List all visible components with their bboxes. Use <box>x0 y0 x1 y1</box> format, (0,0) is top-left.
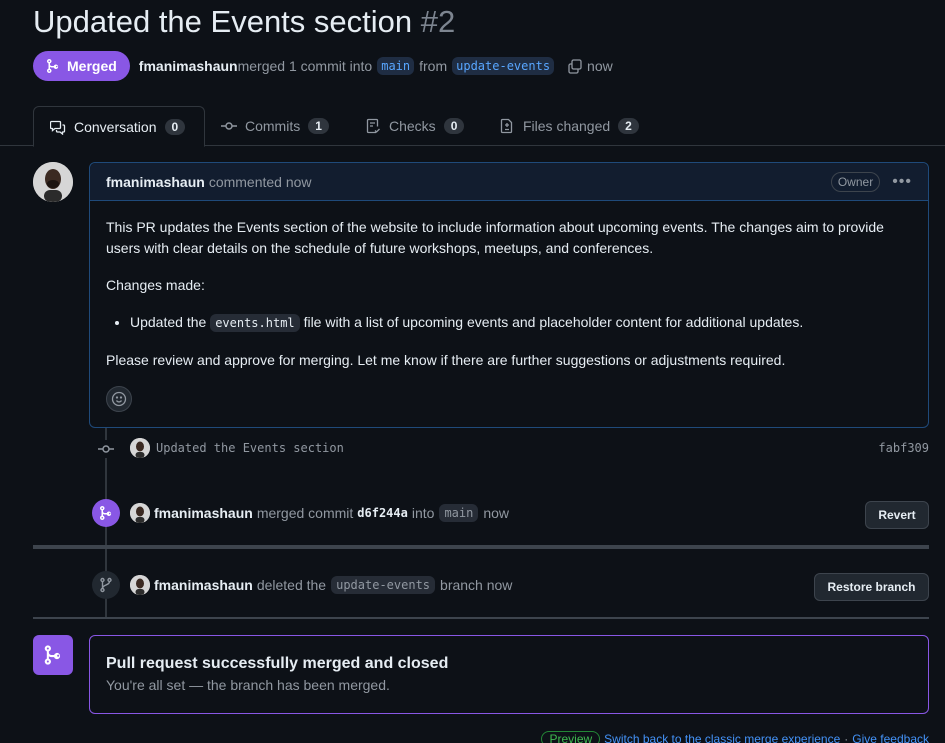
list-item-text-after: file with a list of upcoming events and … <box>303 314 804 330</box>
delete-user-link[interactable]: fmanimashaun <box>154 577 253 593</box>
merge-event-text: merged commit <box>256 505 354 521</box>
branch-deleted-entry: fmanimashaun deleted the update-events b… <box>130 574 512 596</box>
pr-meta: Merged fmanimashaun merged 1 commit into… <box>33 51 613 81</box>
add-reaction-button[interactable] <box>106 386 132 412</box>
merge-user-link[interactable]: fmanimashaun <box>154 505 253 521</box>
timeline-divider <box>33 617 929 619</box>
merge-time: now <box>483 505 510 521</box>
merge-commit-sha-link[interactable]: d6f244a <box>357 506 408 520</box>
comment-header: fmanimashaun commented now Owner ••• <box>90 163 928 201</box>
comment-paragraph-1: This PR updates the Events section of th… <box>106 219 884 256</box>
give-feedback-link[interactable]: Give feedback <box>852 732 929 743</box>
timeline-divider <box>33 545 929 549</box>
commit-message-link[interactable]: Updated the Events section <box>156 441 344 455</box>
merge-into-text: into <box>411 505 435 521</box>
git-merge-icon <box>44 645 61 665</box>
merge-experience-footer: Preview Switch back to the classic merge… <box>541 731 929 743</box>
inline-code: events.html <box>210 314 300 332</box>
merged-status-label: Merged <box>67 58 117 74</box>
comment-action: commented now <box>208 173 312 190</box>
git-merge-icon <box>100 506 112 520</box>
git-commit-icon <box>221 122 237 130</box>
author-avatar[interactable] <box>33 162 73 202</box>
branch-deleted-icon <box>92 571 120 599</box>
tab-conversation-count: 0 <box>164 118 186 135</box>
tab-checks[interactable]: Checks 0 <box>365 106 465 146</box>
copy-icon[interactable] <box>567 58 583 74</box>
pr-tabs: Conversation 0 Commits 1 Checks 0 Files … <box>0 106 945 147</box>
preview-badge: Preview <box>541 731 601 743</box>
comment-author-link[interactable]: fmanimashaun <box>106 174 205 190</box>
pr-description-comment: fmanimashaun commented now Owner ••• Thi… <box>89 162 929 428</box>
pr-number: #2 <box>420 4 456 39</box>
merged-status-badge: Merged <box>33 51 130 81</box>
owner-badge: Owner <box>830 171 881 192</box>
commit-sha-link[interactable]: fabf309 <box>878 438 929 458</box>
git-branch-icon <box>100 577 112 593</box>
file-diff-icon <box>500 118 513 134</box>
merge-entry: fmanimashaun merged commit d6f244a into … <box>130 502 509 524</box>
pr-author-link[interactable]: fmanimashaun <box>139 58 238 74</box>
list-item-text-before: Updated the <box>130 314 207 330</box>
pr-title-text: Updated the Events section <box>33 4 413 39</box>
tab-commits-label: Commits <box>245 118 301 134</box>
from-text: from <box>419 58 448 74</box>
restore-branch-button[interactable]: Restore branch <box>814 573 929 601</box>
merge-user-avatar[interactable] <box>130 503 150 523</box>
comment-discussion-icon <box>50 120 66 135</box>
tab-files-changed-label: Files changed <box>523 118 611 134</box>
tab-commits-count: 1 <box>308 118 329 134</box>
changes-list: Updated the events.html file with a list… <box>130 312 912 334</box>
merged-status-icon <box>33 635 73 675</box>
base-branch-label[interactable]: main <box>377 57 415 75</box>
list-item: Updated the events.html file with a list… <box>130 312 912 334</box>
delete-suffix: branch now <box>440 577 513 593</box>
git-merge-icon <box>47 59 59 73</box>
tab-checks-label: Checks <box>389 118 436 134</box>
tab-checks-count: 0 <box>443 118 465 134</box>
delete-event-text: deleted the <box>256 577 327 593</box>
comment-paragraph-2: Changes made: <box>106 277 205 293</box>
pr-title: Updated the Events section #2 <box>33 4 455 40</box>
comment-paragraph-3: Please review and approve for merging. L… <box>106 352 786 368</box>
tab-commits[interactable]: Commits 1 <box>221 106 329 146</box>
pr-time: now <box>587 58 613 74</box>
head-branch-label[interactable]: update-events <box>452 57 555 75</box>
commit-node-icon <box>97 440 115 458</box>
deleted-branch-name: update-events <box>331 576 436 594</box>
tab-conversation[interactable]: Conversation 0 <box>33 106 205 147</box>
revert-button[interactable]: Revert <box>865 501 929 529</box>
merge-status-heading: Pull request successfully merged and clo… <box>106 655 449 672</box>
kebab-menu-icon[interactable]: ••• <box>892 173 912 191</box>
tab-files-changed[interactable]: Files changed 2 <box>499 106 639 146</box>
merge-target-branch[interactable]: main <box>439 504 479 522</box>
merge-status-box: Pull request successfully merged and clo… <box>89 635 929 714</box>
merge-event-icon <box>92 499 120 527</box>
tab-conversation-label: Conversation <box>74 118 157 135</box>
footer-separator: · <box>844 732 849 743</box>
merge-description: merged 1 commit into <box>237 58 373 74</box>
tab-files-changed-count: 2 <box>618 118 639 134</box>
switch-classic-link[interactable]: Switch back to the classic merge experie… <box>604 732 840 743</box>
commit-author-avatar[interactable] <box>130 438 150 458</box>
comment-body: This PR updates the Events section of th… <box>90 201 928 403</box>
smiley-icon <box>111 391 127 407</box>
checklist-icon <box>366 118 380 134</box>
commit-entry: Updated the Events section <box>130 438 344 458</box>
delete-user-avatar[interactable] <box>130 575 150 595</box>
merge-status-subtext: You're all set — the branch has been mer… <box>106 677 390 693</box>
